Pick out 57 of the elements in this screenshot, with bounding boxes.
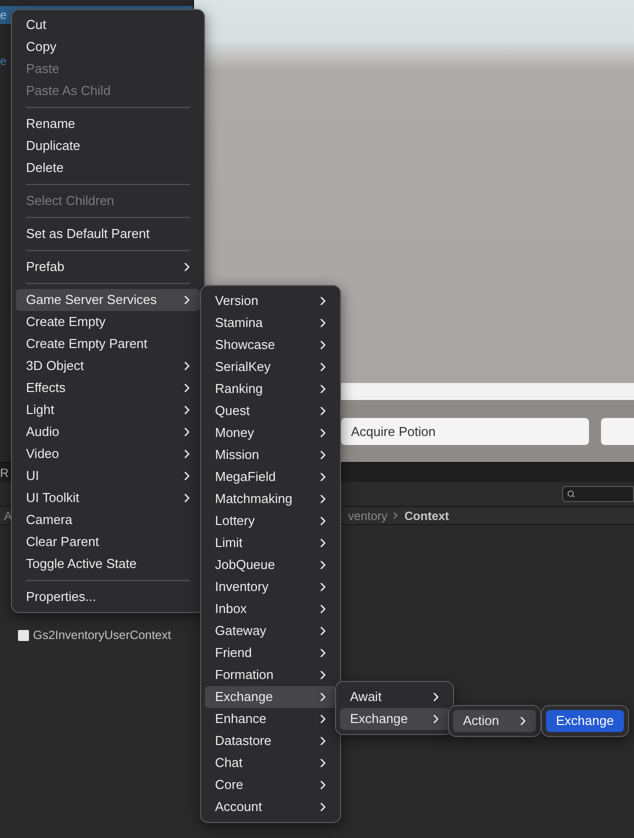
menu-item[interactable]: Game Server Services — [16, 289, 200, 311]
text-field[interactable]: Acquire Potion — [341, 418, 589, 444]
menu-item[interactable]: Action — [453, 710, 536, 732]
menu-item[interactable]: Enhance — [205, 708, 336, 730]
menu-item[interactable]: Version — [205, 290, 336, 312]
menu-item[interactable]: Matchmaking — [205, 488, 336, 510]
menu-item[interactable]: Core — [205, 774, 336, 796]
breadcrumb-item[interactable]: ventory — [348, 506, 388, 524]
menu-item[interactable]: Inbox — [205, 598, 336, 620]
menu-item[interactable]: Gateway — [205, 620, 336, 642]
menu-item[interactable]: Clear Parent — [16, 531, 200, 553]
menu-item[interactable]: Camera — [16, 509, 200, 531]
menu-item[interactable]: UI — [16, 465, 200, 487]
menu-item[interactable]: Quest — [205, 400, 336, 422]
menu-item[interactable]: Ranking — [205, 378, 336, 400]
menu-item[interactable]: MegaField — [205, 466, 336, 488]
menu-item[interactable]: Account — [205, 796, 336, 818]
menu-item[interactable]: Exchange — [546, 710, 624, 732]
menu-item[interactable]: Toggle Active State — [16, 553, 200, 575]
menu-item[interactable]: Cut — [16, 14, 200, 36]
menu-item[interactable]: SerialKey — [205, 356, 336, 378]
menu-item[interactable]: Audio — [16, 421, 200, 443]
tab-label[interactable]: R — [0, 464, 9, 482]
menu-item[interactable]: Await — [340, 686, 449, 708]
menu-item[interactable]: UI Toolkit — [16, 487, 200, 509]
breadcrumb-item[interactable]: Context — [404, 506, 450, 524]
search-field[interactable] — [562, 486, 634, 502]
menu-item[interactable]: Create Empty — [16, 311, 200, 333]
menu-item[interactable]: Duplicate — [16, 135, 200, 157]
menu-item[interactable]: Lottery — [205, 510, 336, 532]
menu-item[interactable]: Showcase — [205, 334, 336, 356]
menu-item[interactable]: Exchange — [340, 708, 449, 730]
menu-item[interactable]: Delete — [16, 157, 200, 179]
menu-item[interactable]: Rename — [16, 113, 200, 135]
file-item[interactable]: Gs2InventoryUserContext — [33, 626, 172, 644]
menu-item[interactable]: Chat — [205, 752, 336, 774]
menu-item[interactable]: Mission — [205, 444, 336, 466]
menu-item[interactable]: Formation — [205, 664, 336, 686]
menu-item[interactable]: Exchange — [205, 686, 336, 708]
menu-item[interactable]: Friend — [205, 642, 336, 664]
menu-item[interactable]: Limit — [205, 532, 336, 554]
menu-item[interactable]: 3D Object — [16, 355, 200, 377]
menu-item[interactable]: Create Empty Parent — [16, 333, 200, 355]
menu-item[interactable]: Prefab — [16, 256, 200, 278]
menu-item[interactable]: Set as Default Parent — [16, 223, 200, 245]
menu-item[interactable]: Money — [205, 422, 336, 444]
menu-item[interactable]: Video — [16, 443, 200, 465]
menu-item[interactable]: Properties... — [16, 586, 200, 608]
menu-item[interactable]: Datastore — [205, 730, 336, 752]
menu-item[interactable]: Copy — [16, 36, 200, 58]
script-icon — [18, 630, 29, 640]
menu-item[interactable]: Light — [16, 399, 200, 421]
menu-item[interactable]: Effects — [16, 377, 200, 399]
search-icon — [567, 490, 575, 498]
menu-item[interactable]: JobQueue — [205, 554, 336, 576]
menu-item[interactable]: Stamina — [205, 312, 336, 334]
menu-item[interactable]: Inventory — [205, 576, 336, 598]
